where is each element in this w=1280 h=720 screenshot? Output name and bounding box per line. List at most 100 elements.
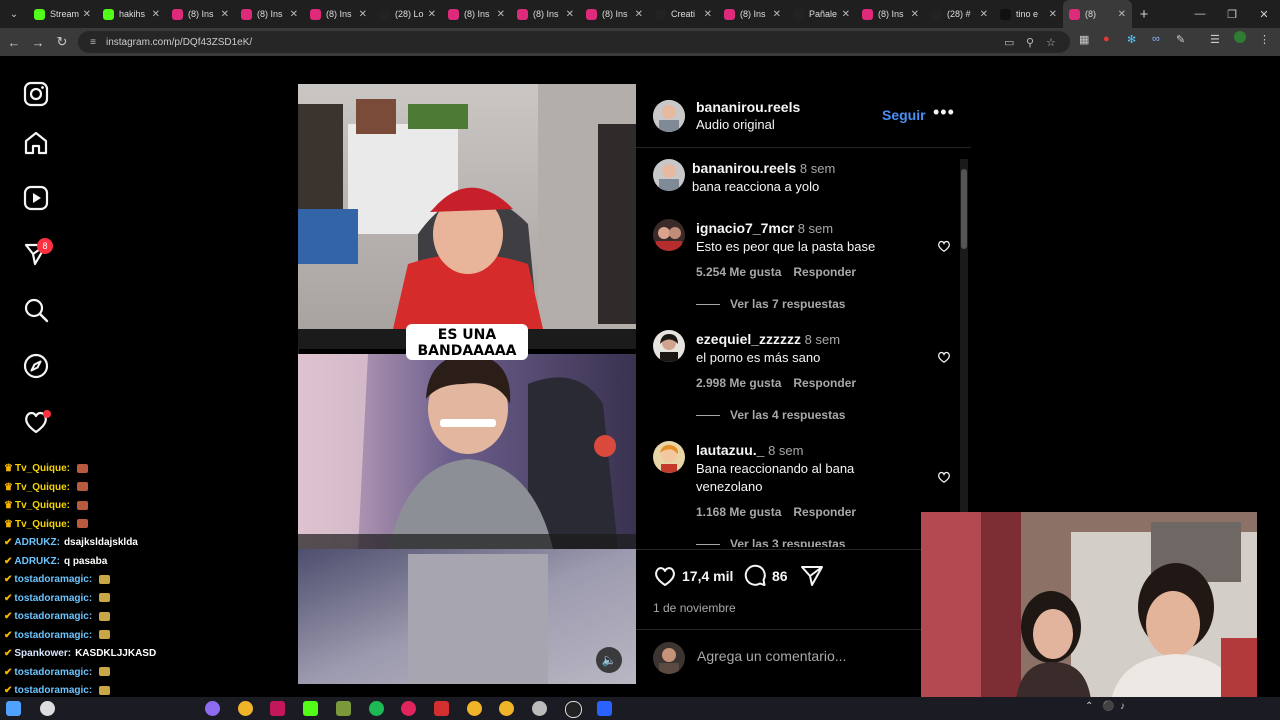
browser-tab[interactable]: (28) Lo ✕ — [373, 0, 442, 28]
extension-red-icon[interactable]: ● — [1103, 33, 1110, 45]
tab-close-icon[interactable]: ✕ — [1118, 9, 1126, 20]
comments-count[interactable]: 86 — [772, 568, 788, 584]
comment-avatar[interactable] — [653, 330, 685, 362]
browser-tab[interactable]: (8) Ins ✕ — [304, 0, 373, 28]
extensions-puzzle-icon[interactable]: ✎ — [1176, 33, 1185, 46]
settings-icon[interactable] — [532, 701, 547, 716]
kick-icon[interactable] — [303, 701, 318, 716]
comment-username[interactable]: ignacio7_7mcr — [696, 220, 794, 236]
tab-close-icon[interactable]: ✕ — [359, 9, 367, 20]
view-replies-button[interactable]: Ver las 4 respuestas — [730, 408, 845, 422]
back-arrow-icon[interactable]: ← — [2, 35, 26, 50]
caption-avatar[interactable] — [653, 159, 685, 191]
browser-tab[interactable]: (8) Ins ✕ — [580, 0, 649, 28]
comment-like-heart-icon[interactable] — [937, 470, 951, 484]
instagram-logo-icon[interactable] — [22, 80, 50, 108]
chrome-icon[interactable] — [467, 701, 482, 716]
browser-tab[interactable]: (8) Ins ✕ — [856, 0, 925, 28]
tab-close-icon[interactable]: ✕ — [980, 9, 988, 20]
minimize-icon[interactable]: — — [1184, 8, 1216, 20]
tab-close-icon[interactable]: ✕ — [911, 9, 919, 20]
new-tab-button[interactable]: + — [1132, 6, 1156, 23]
mute-toggle-icon[interactable]: 🔈 — [596, 647, 622, 673]
likes-count[interactable]: 17,4 mil — [682, 568, 733, 584]
close-window-icon[interactable]: ✕ — [1248, 8, 1280, 21]
browser-tab[interactable]: (28) # ✕ — [925, 0, 994, 28]
comment-username[interactable]: lautazuu._ — [696, 442, 764, 458]
caption-username[interactable]: bananirou.reels — [692, 160, 796, 176]
author-username[interactable]: bananirou.reels — [696, 99, 800, 115]
explore-icon[interactable] — [22, 352, 50, 380]
chrome-icon[interactable] — [238, 701, 253, 716]
author-avatar[interactable] — [653, 100, 685, 132]
app-icon[interactable] — [434, 701, 449, 716]
extension-audio-icon[interactable]: ∞ — [1152, 33, 1160, 45]
tab-search-chevron-icon[interactable]: ⌄ — [0, 9, 28, 20]
profile-avatar[interactable] — [1234, 31, 1246, 43]
zoom-icon[interactable]: ⚲ — [1026, 36, 1034, 49]
extension-blue-icon[interactable]: ✻ — [1127, 33, 1136, 46]
view-replies-button[interactable]: Ver las 7 respuestas — [730, 297, 845, 311]
tab-close-icon[interactable]: ✕ — [428, 9, 436, 20]
install-app-icon[interactable]: ▭ — [1004, 36, 1014, 49]
browser-tab[interactable]: Creati ✕ — [649, 0, 718, 28]
scrollbar-thumb[interactable] — [961, 169, 967, 249]
reply-button[interactable]: Responder — [793, 505, 856, 519]
comment-avatar[interactable] — [653, 219, 685, 251]
view-replies-button[interactable]: Ver las 3 respuestas — [730, 537, 845, 547]
comment-likes[interactable]: 5.254 Me gusta — [696, 265, 781, 279]
forward-arrow-icon[interactable]: → — [26, 35, 50, 50]
browser-tab[interactable]: Stream ✕ — [28, 0, 97, 28]
app-icon[interactable] — [270, 701, 285, 716]
comment-bubble-icon[interactable] — [743, 564, 767, 588]
browser-tab[interactable]: hakihs ✕ — [97, 0, 166, 28]
follow-button[interactable]: Seguir — [882, 107, 926, 123]
mic-icon[interactable]: ⚫ — [1102, 701, 1114, 712]
comment-username[interactable]: ezequiel_zzzzzz — [696, 331, 801, 347]
browser-tab[interactable]: (8) Ins ✕ — [718, 0, 787, 28]
browser-tab[interactable]: tino e ✕ — [994, 0, 1063, 28]
like-heart-icon[interactable] — [653, 564, 677, 588]
tab-close-icon[interactable]: ✕ — [704, 9, 712, 20]
tab-close-icon[interactable]: ✕ — [290, 9, 298, 20]
search-taskbar-icon[interactable] — [40, 701, 55, 716]
bookmark-star-icon[interactable]: ☆ — [1046, 36, 1056, 49]
tab-close-icon[interactable]: ✕ — [1049, 9, 1057, 20]
comment-like-heart-icon[interactable] — [937, 239, 951, 253]
site-info-icon[interactable]: ≡ — [84, 37, 102, 48]
browser-tab[interactable]: (8) Ins ✕ — [442, 0, 511, 28]
search-icon[interactable] — [22, 296, 50, 324]
chrome-icon[interactable] — [499, 701, 514, 716]
comment-likes[interactable]: 1.168 Me gusta — [696, 505, 781, 519]
tab-close-icon[interactable]: ✕ — [635, 9, 643, 20]
app-icon[interactable] — [597, 701, 612, 716]
share-icon[interactable] — [800, 564, 824, 588]
tab-close-icon[interactable]: ✕ — [566, 9, 574, 20]
app-icon[interactable] — [401, 701, 416, 716]
browser-tab[interactable]: Pañale ✕ — [787, 0, 856, 28]
spotify-icon[interactable] — [369, 701, 384, 716]
restore-icon[interactable]: ❐ — [1216, 8, 1248, 21]
browser-tab[interactable]: (8) Ins ✕ — [166, 0, 235, 28]
reels-icon[interactable] — [22, 184, 50, 212]
post-media[interactable]: ES UNA BANDAAAAA 🔈 — [298, 84, 636, 684]
add-comment-input[interactable]: Agrega un comentario... — [697, 648, 846, 664]
browser-menu-icon[interactable]: ⋮ — [1259, 33, 1270, 46]
tray-chevron-icon[interactable]: ⌃ — [1085, 701, 1093, 712]
minecraft-icon[interactable] — [336, 701, 351, 716]
app-icon[interactable] — [205, 701, 220, 716]
tab-close-icon[interactable]: ✕ — [773, 9, 781, 20]
browser-tab[interactable]: (8) ✕ — [1063, 0, 1132, 28]
tab-close-icon[interactable]: ✕ — [221, 9, 229, 20]
reload-icon[interactable]: ↻ — [50, 34, 74, 50]
tab-close-icon[interactable]: ✕ — [152, 9, 160, 20]
browser-tab[interactable]: (8) Ins ✕ — [511, 0, 580, 28]
tab-close-icon[interactable]: ✕ — [83, 9, 91, 20]
comment-like-heart-icon[interactable] — [937, 350, 951, 364]
extension-translate-icon[interactable]: ▦ — [1079, 33, 1089, 46]
browser-tab[interactable]: (8) Ins ✕ — [235, 0, 304, 28]
comments-scrollbar[interactable] — [960, 159, 968, 539]
comment-likes[interactable]: 2.998 Me gusta — [696, 376, 781, 390]
comment-avatar[interactable] — [653, 441, 685, 473]
tab-close-icon[interactable]: ✕ — [842, 9, 850, 20]
